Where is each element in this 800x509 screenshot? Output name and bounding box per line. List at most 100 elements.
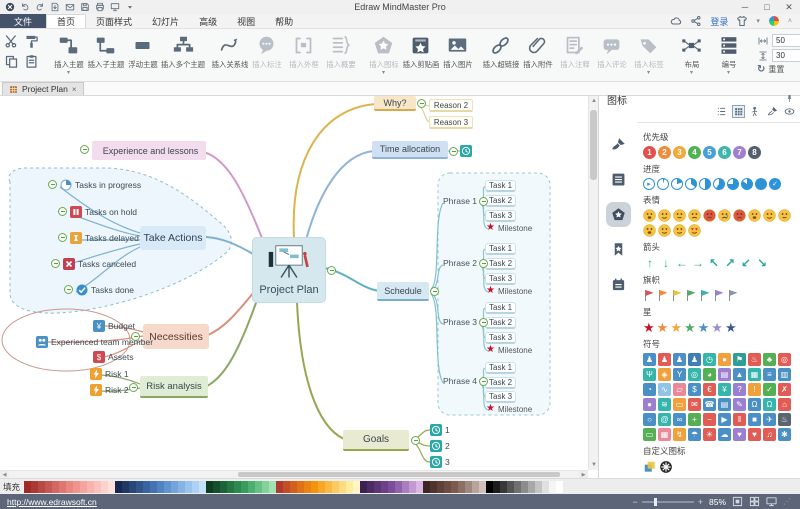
symbol-icon[interactable]: ♥ [748, 428, 761, 441]
emoji-smirk-icon[interactable] [673, 224, 686, 237]
symbol-icon[interactable]: ▲ [733, 368, 746, 381]
presentation-icon[interactable] [766, 496, 777, 507]
symbol-icon[interactable]: Ω [763, 398, 776, 411]
flag-icon[interactable] [671, 289, 683, 302]
arrow-icon[interactable]: ← [675, 256, 689, 270]
color-swatch[interactable] [311, 480, 319, 493]
emoji-blush-icon[interactable] [763, 209, 776, 222]
horizontal-scrollbar[interactable]: ◀ ▶ [0, 470, 588, 479]
collapse-button[interactable] [64, 285, 73, 294]
node-phrase-4[interactable]: Phrase 4 [443, 376, 477, 386]
symbol-icon[interactable]: ✎ [733, 398, 746, 411]
symbol-icon[interactable]: ≡ [763, 368, 776, 381]
color-swatch[interactable] [94, 480, 102, 493]
color-swatch[interactable] [472, 480, 480, 493]
horizontal-spacing-input[interactable]: 50 [772, 34, 800, 47]
theme-caret-icon[interactable]: ▾ [756, 17, 760, 25]
color-swatch[interactable] [451, 480, 459, 493]
symbol-icon[interactable]: ◈ [658, 368, 671, 381]
insert-topic-button[interactable]: 插入主题 ▾ [50, 32, 87, 76]
symbol-icon[interactable]: ■ [748, 413, 761, 426]
collapse-button[interactable] [479, 377, 488, 386]
collapse-button[interactable] [58, 207, 67, 216]
dropdown-caret-icon[interactable]: ▾ [382, 70, 385, 76]
color-swatch[interactable] [290, 480, 298, 493]
color-swatch[interactable] [122, 480, 130, 493]
color-swatch[interactable] [269, 480, 277, 493]
symbol-icon[interactable]: Ψ [643, 368, 656, 381]
emoji-love-icon[interactable]: ♥ ♥ [688, 224, 701, 237]
color-swatch[interactable] [297, 480, 305, 493]
symbol-icon[interactable]: ◕ [703, 368, 716, 381]
vertical-scrollbar[interactable]: ▲ ▼ [588, 96, 598, 470]
symbol-icon[interactable]: @ [658, 413, 671, 426]
emoji-happy-icon[interactable] [658, 224, 671, 237]
maximize-button[interactable]: □ [756, 0, 778, 14]
node-p4-milestone[interactable]: ★ Milestone [486, 404, 532, 414]
color-swatch[interactable] [423, 480, 431, 493]
color-swatch[interactable] [514, 480, 522, 493]
collapse-button[interactable] [129, 383, 138, 392]
flag-icon[interactable] [685, 289, 697, 302]
undo-icon[interactable] [20, 2, 30, 12]
symbol-icon[interactable]: ◔ [643, 383, 656, 396]
node-p1-milestone[interactable]: ★ Milestone [486, 223, 532, 233]
color-wheel-icon[interactable] [768, 15, 780, 27]
color-swatch[interactable] [402, 480, 410, 493]
outline-view-icon[interactable] [715, 105, 728, 118]
star-icon[interactable]: ★ [698, 321, 710, 334]
color-swatch[interactable] [486, 480, 494, 493]
color-swatch[interactable] [262, 480, 270, 493]
node-phrase-3[interactable]: Phrase 3 [443, 317, 477, 327]
layout-button[interactable]: 布局 ▾ [673, 32, 710, 76]
node-time-allocation[interactable]: Time allocation [372, 141, 448, 159]
color-swatch[interactable] [437, 480, 445, 493]
icon-library-icon[interactable] [605, 202, 631, 227]
format-brush-icon[interactable] [610, 136, 627, 153]
symbol-icon[interactable]: ♣ [763, 353, 776, 366]
color-swatch[interactable] [241, 480, 249, 493]
star-icon[interactable]: ★ [684, 321, 696, 334]
node-schedule[interactable]: Schedule [377, 282, 429, 301]
collapse-button[interactable] [51, 259, 60, 268]
horizontal-scroll-thumb[interactable] [238, 472, 560, 477]
node-p2-task-3[interactable]: Task 3 [485, 273, 517, 285]
node-reason-2[interactable]: Reason 2 [429, 99, 473, 112]
color-swatch[interactable] [549, 480, 557, 493]
progress-pie-icon[interactable] [699, 178, 711, 190]
symbol-icon[interactable]: ♟ [688, 353, 701, 366]
color-swatch[interactable] [73, 480, 81, 493]
tab-close-icon[interactable]: × [72, 85, 77, 94]
color-swatch[interactable] [535, 480, 543, 493]
collapse-button[interactable] [48, 180, 57, 189]
node-project-plan[interactable]: Project Plan [253, 238, 325, 302]
color-swatch[interactable] [493, 480, 501, 493]
symbol-icon[interactable]: ✉ [688, 398, 701, 411]
zoom-slider-thumb[interactable] [653, 497, 657, 506]
paste-icon[interactable] [24, 54, 39, 69]
node-p4-task-2[interactable]: Task 2 [485, 377, 517, 389]
symbol-icon[interactable]: ‖ [733, 413, 746, 426]
collapse-ribbon-icon[interactable]: ˄ [788, 18, 792, 25]
symbol-icon[interactable]: ! [748, 383, 761, 396]
priority-3-icon[interactable]: 3 [673, 146, 686, 159]
vertical-spacing-input[interactable]: 30 [772, 49, 800, 62]
symbol-icon[interactable]: ▱ [673, 383, 686, 396]
vertical-scroll-thumb[interactable] [590, 110, 597, 180]
emoji-rage-icon[interactable] [733, 209, 746, 222]
symbol-icon[interactable]: ¥ [718, 383, 731, 396]
color-swatch[interactable] [388, 480, 396, 493]
color-swatch[interactable] [542, 480, 550, 493]
numbering-button[interactable]: 编号 ▾ [710, 32, 747, 76]
page-grid-icon[interactable] [749, 496, 760, 507]
symbol-icon[interactable]: ▥ [778, 368, 791, 381]
color-swatch[interactable] [171, 480, 179, 493]
node-goal-3[interactable]: 3 [430, 456, 450, 468]
layered-squares-icon[interactable] [643, 460, 657, 474]
emoji-smile-icon[interactable] [658, 209, 671, 222]
symbol-icon[interactable]: ◎ [688, 368, 701, 381]
node-p2-task-2[interactable]: Task 2 [485, 258, 517, 270]
priority-1-icon[interactable]: 1 [643, 146, 656, 159]
theme-shirt-icon[interactable] [736, 15, 748, 27]
color-swatch[interactable] [150, 480, 158, 493]
